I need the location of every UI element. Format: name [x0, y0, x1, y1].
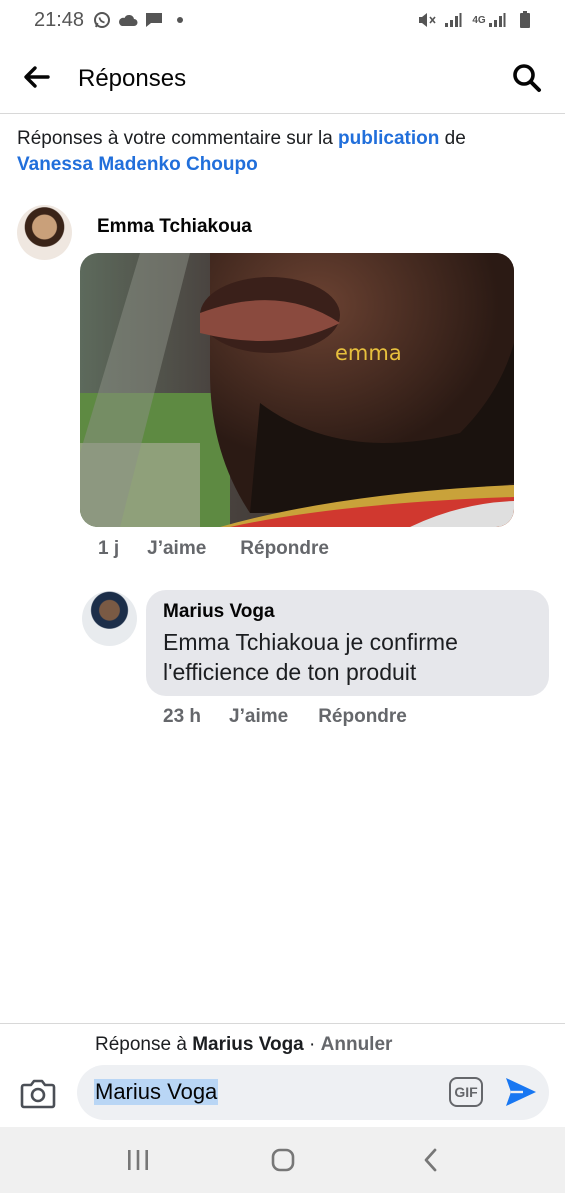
- cloud-icon: [118, 10, 138, 30]
- gif-button[interactable]: GIF: [449, 1077, 483, 1107]
- avatar[interactable]: [17, 205, 72, 260]
- context-prefix: Réponses à votre commentaire sur la: [17, 128, 339, 149]
- camera-icon: [20, 1079, 56, 1109]
- composer: Réponse à Marius Voga · Annuler Marius V…: [0, 1023, 565, 1127]
- replies-context: Réponses à votre commentaire sur la publ…: [17, 126, 547, 178]
- separator: ·: [303, 1034, 321, 1055]
- reply-bubble: Marius Voga Emma Tchiakoua je confirme l…: [146, 590, 549, 696]
- recents-button[interactable]: [123, 1145, 153, 1175]
- home-button[interactable]: [268, 1145, 298, 1175]
- send-icon: [506, 1078, 536, 1106]
- reply-button[interactable]: Répondre: [318, 706, 407, 728]
- avatar[interactable]: [82, 591, 137, 646]
- system-icons: 4G: [417, 10, 535, 30]
- input-text[interactable]: Marius Voga: [94, 1079, 219, 1105]
- back-button[interactable]: [22, 64, 54, 92]
- recents-icon: [128, 1150, 148, 1170]
- system-nav-bar: [0, 1127, 565, 1193]
- notification-icons: [92, 10, 190, 30]
- search-icon: [513, 64, 541, 92]
- whatsapp-icon: [92, 10, 112, 30]
- replying-to-banner: Réponse à Marius Voga · Annuler: [95, 1034, 392, 1056]
- reply-button[interactable]: Répondre: [240, 538, 329, 560]
- header: Réponses: [0, 42, 565, 114]
- cancel-reply-link[interactable]: Annuler: [321, 1034, 393, 1055]
- photo-image: [80, 253, 514, 527]
- comment-actions: 1 j J’aime Répondre: [98, 538, 329, 560]
- status-bar: 21:48 4G: [0, 0, 565, 42]
- like-button[interactable]: J’aime: [147, 538, 206, 560]
- signal-icon: [443, 10, 463, 30]
- publication-link[interactable]: publication: [338, 128, 439, 149]
- like-button[interactable]: J’aime: [229, 706, 288, 728]
- comment-timestamp: 1 j: [98, 538, 120, 559]
- mute-icon: [417, 10, 437, 30]
- post-author-link[interactable]: Vanessa Madenko Choupo: [17, 154, 258, 175]
- reply-timestamp: 23 h: [163, 706, 202, 727]
- comment-author[interactable]: Emma Tchiakoua: [97, 216, 252, 238]
- reply-author[interactable]: Marius Voga: [163, 600, 532, 624]
- camera-button[interactable]: [20, 1077, 56, 1111]
- chevron-left-icon: [424, 1148, 437, 1172]
- search-button[interactable]: [511, 62, 543, 94]
- comment-photo[interactable]: emma: [80, 253, 514, 527]
- system-back-button[interactable]: [416, 1145, 446, 1175]
- comment-input[interactable]: Marius Voga GIF: [77, 1065, 549, 1120]
- page-title: Réponses: [78, 65, 187, 92]
- arrow-left-icon: [24, 66, 50, 88]
- 4g-signal-icon: 4G: [469, 10, 509, 30]
- context-middle: de: [439, 128, 466, 149]
- reply-actions: 23 h J’aime Répondre: [163, 706, 407, 728]
- chat-bubble-icon: [144, 10, 164, 30]
- send-button[interactable]: [503, 1075, 539, 1109]
- status-time: 21:48: [34, 9, 85, 31]
- reply-text: Emma Tchiakoua je confirme l'efficience …: [163, 629, 458, 685]
- dot-icon: [170, 10, 190, 30]
- battery-icon: [515, 10, 535, 30]
- network-label: 4G: [472, 14, 486, 26]
- photo-caption: emma: [335, 341, 402, 365]
- home-icon: [271, 1148, 295, 1172]
- replying-name: Marius Voga: [192, 1034, 304, 1055]
- replying-prefix: Réponse à: [95, 1034, 193, 1055]
